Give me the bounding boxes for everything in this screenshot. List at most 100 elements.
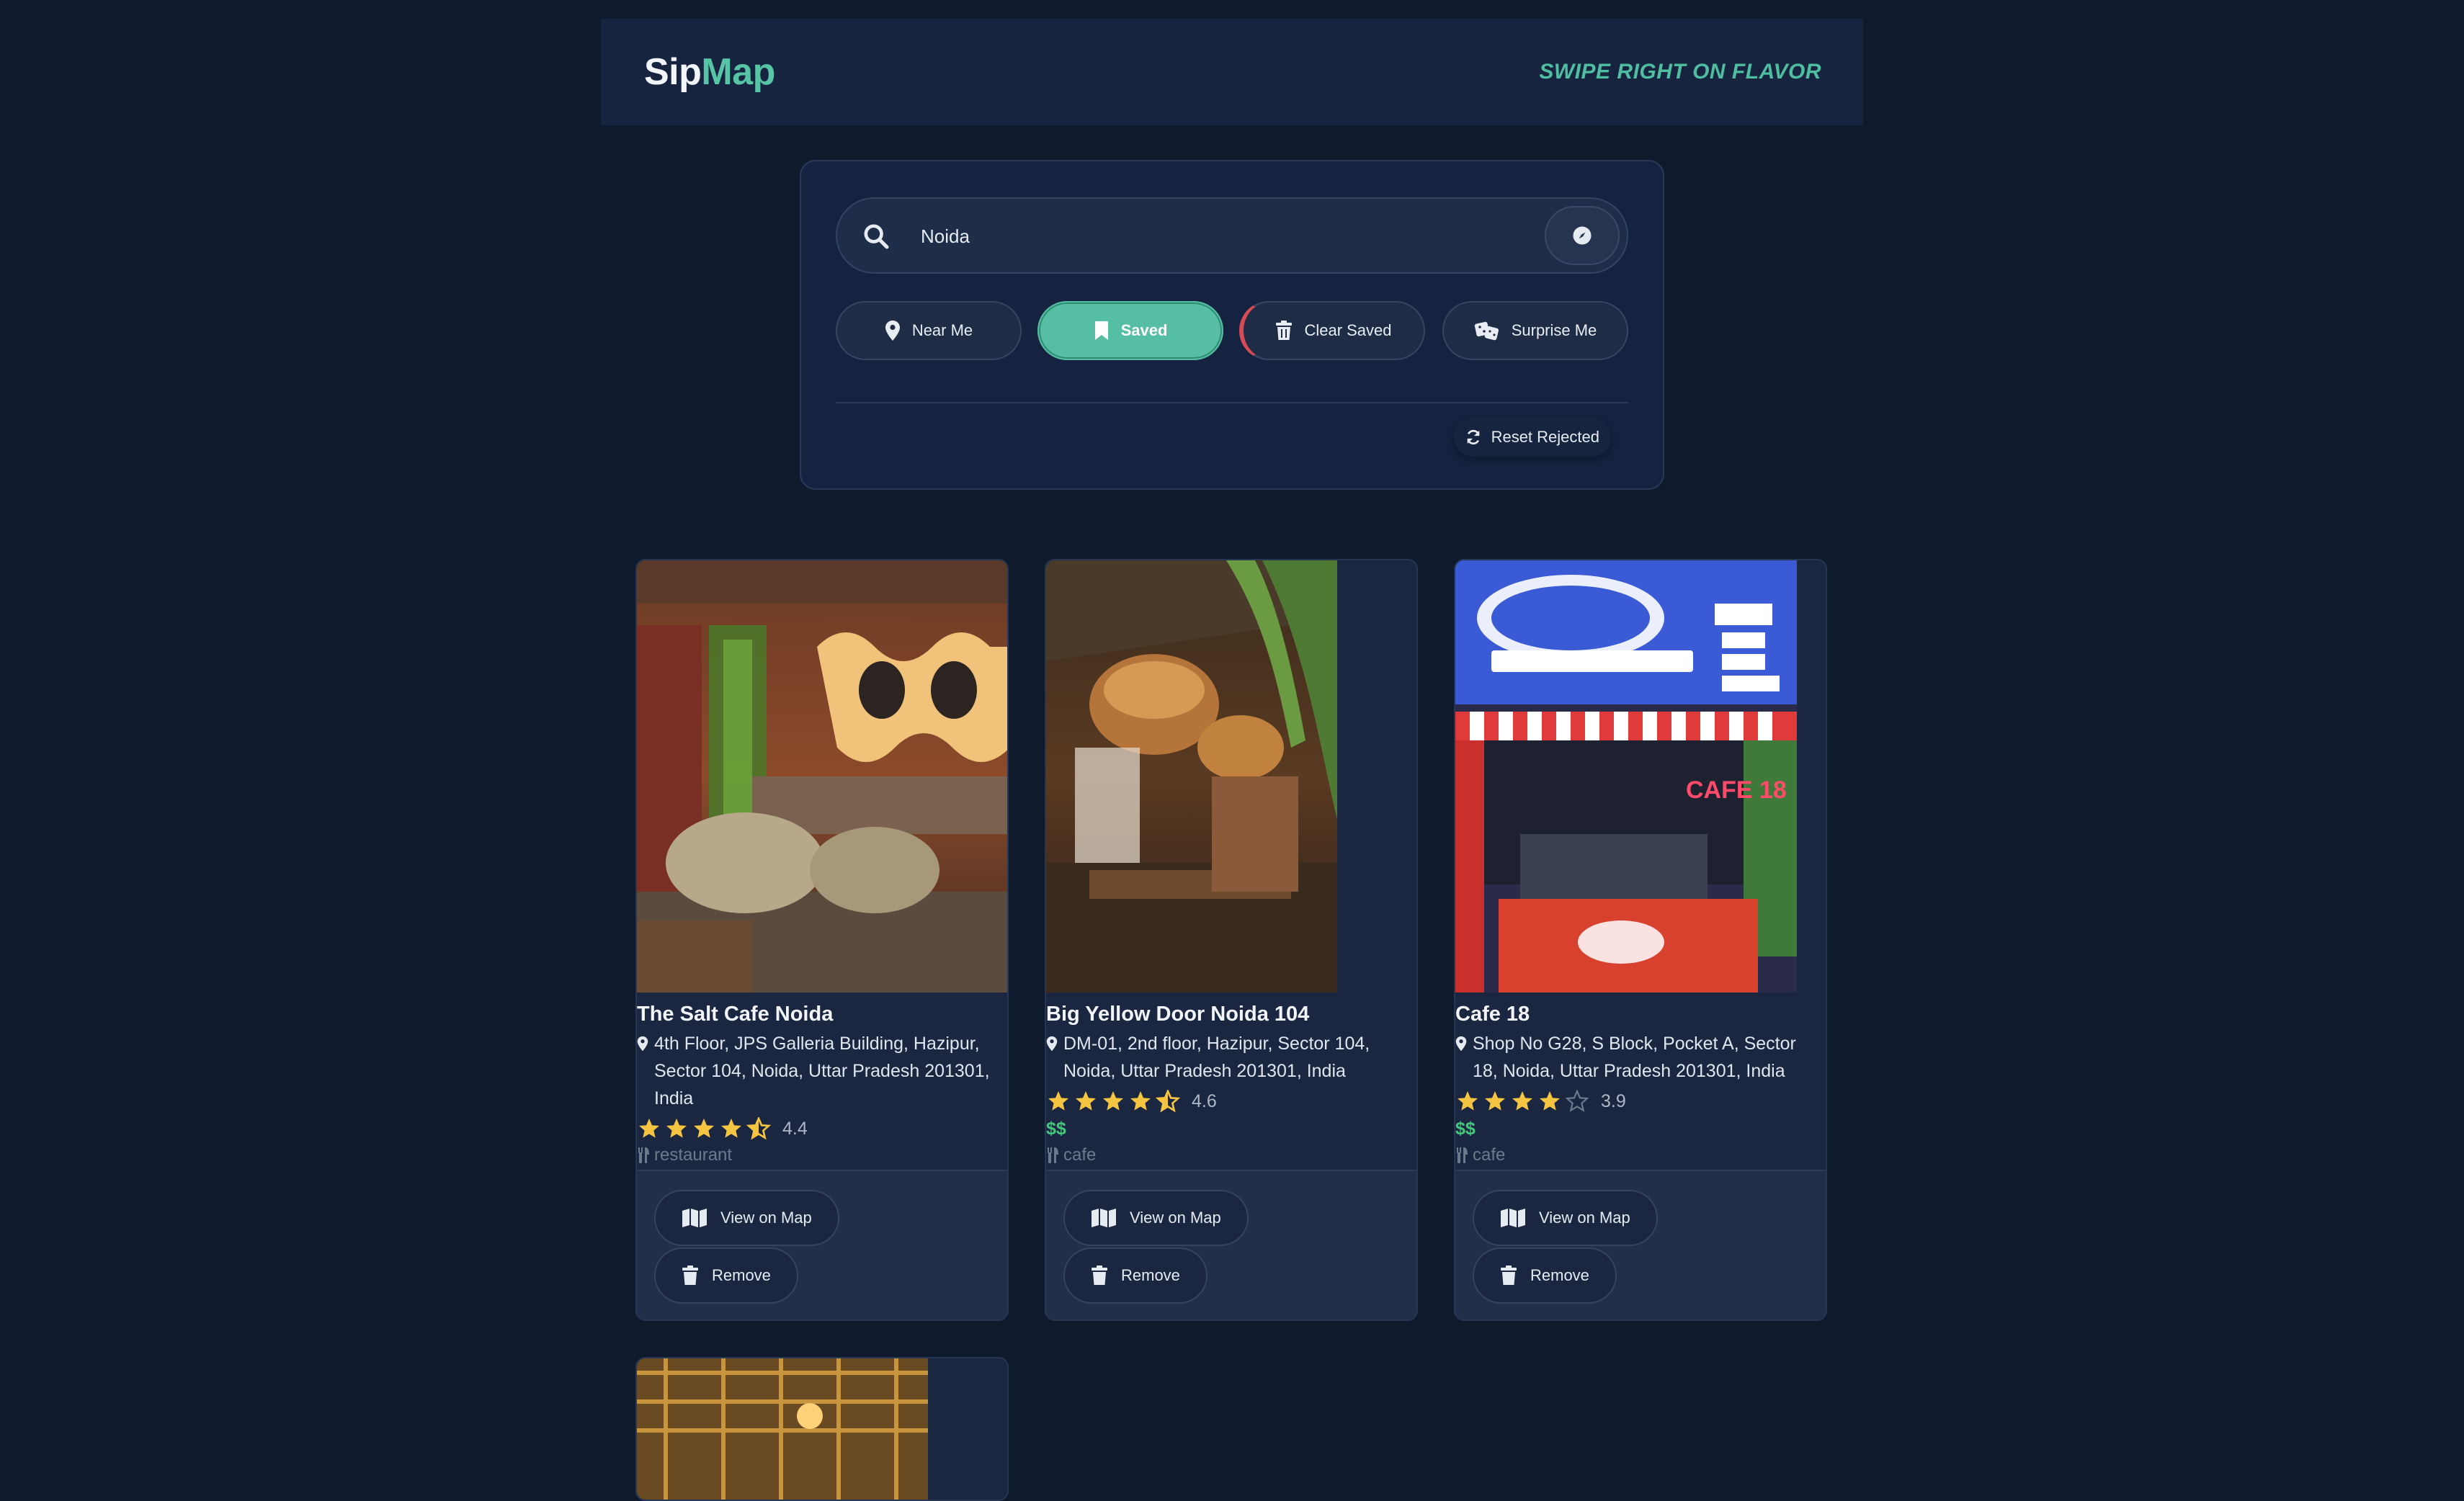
rating-value: 4.6 [1192, 1090, 1217, 1111]
surprise-me-button[interactable]: Surprise Me [1442, 301, 1628, 360]
reset-rejected-label: Reset Rejected [1491, 428, 1599, 446]
search-panel: Near Me Saved Clear Saved [800, 160, 1664, 490]
place-name[interactable]: Cafe 18 [1455, 1001, 1826, 1027]
star-empty-icon [1565, 1090, 1589, 1113]
rating: 4.6 [1046, 1088, 1416, 1115]
price-level: $$ [1455, 1119, 1476, 1139]
panel-divider [836, 402, 1628, 403]
search-icon [864, 224, 889, 249]
place-category: restaurant [637, 1142, 1007, 1168]
near-me-button[interactable]: Near Me [836, 301, 1022, 360]
category-text: cafe [1473, 1145, 1506, 1165]
card-actions: View on Map Remove [1046, 1170, 1416, 1319]
address-text: Shop No G28, S Block, Pocket A, Sector 1… [1473, 1034, 1796, 1082]
price-level: $$ [1046, 1119, 1066, 1139]
remove-label: Remove [1530, 1266, 1589, 1284]
place-photo [1046, 560, 1337, 993]
map-pin-icon [1455, 1036, 1467, 1052]
reset-rejected-button[interactable]: Reset Rejected [1453, 418, 1611, 457]
app-header: SipMap SWIPE RIGHT ON FLAVOR [601, 19, 1863, 125]
star-icon [666, 1119, 687, 1138]
place-photo [637, 1358, 928, 1500]
utensils-icon [1457, 1147, 1468, 1164]
surprise-me-label: Surprise Me [1511, 321, 1597, 339]
place-card: CAFE 18 Cafe 18 Shop No G28, S Block, Po… [1454, 559, 1827, 1321]
star-icon [1458, 1091, 1478, 1111]
view-on-map-label: View on Map [1130, 1209, 1221, 1227]
star-icon [1076, 1091, 1096, 1111]
trash-icon [1276, 321, 1293, 340]
place-address: Shop No G28, S Block, Pocket A, Sector 1… [1455, 1030, 1826, 1085]
place-name[interactable]: Big Yellow Door Noida 104 [1046, 1001, 1416, 1027]
place-category: cafe [1046, 1142, 1416, 1168]
view-on-map-label: View on Map [1539, 1209, 1630, 1227]
map-icon [682, 1209, 707, 1227]
remove-label: Remove [1121, 1266, 1180, 1284]
search-bar [836, 197, 1628, 274]
card-actions: View on Map Remove [637, 1170, 1007, 1319]
view-on-map-button[interactable]: View on Map [1473, 1190, 1658, 1246]
place-photo [637, 560, 1007, 993]
star-icon [1485, 1091, 1505, 1111]
star-half-icon [1156, 1090, 1180, 1113]
trash-icon [1092, 1265, 1107, 1285]
card-body: The Salt Cafe Noida 4th Floor, JPS Galle… [637, 1001, 1007, 1168]
dice-icon [1474, 321, 1499, 341]
map-icon [1092, 1209, 1116, 1227]
category-text: restaurant [654, 1145, 733, 1165]
star-icon [721, 1119, 741, 1138]
place-address: 4th Floor, JPS Galleria Building, Hazipu… [637, 1030, 1007, 1112]
place-card: The Salt Cafe Noida 4th Floor, JPS Galle… [635, 559, 1009, 1321]
place-photo: CAFE 18 [1455, 560, 1797, 993]
map-pin-icon [885, 321, 900, 341]
view-on-map-button[interactable]: View on Map [1063, 1190, 1249, 1246]
logo-map: Map [701, 51, 775, 93]
place-name[interactable]: The Salt Cafe Noida [637, 1001, 1007, 1027]
app-logo[interactable]: SipMap [644, 50, 775, 94]
action-buttons: Near Me Saved Clear Saved Surprise Me [836, 301, 1628, 360]
saved-button[interactable]: Saved [1037, 301, 1223, 360]
card-body: Big Yellow Door Noida 104 DM-01, 2nd flo… [1046, 1001, 1416, 1168]
utensils-icon [638, 1147, 649, 1164]
place-category: cafe [1455, 1142, 1826, 1168]
view-on-map-label: View on Map [720, 1209, 812, 1227]
clear-saved-button[interactable]: Clear Saved [1239, 301, 1425, 360]
star-half-icon [746, 1117, 771, 1140]
remove-label: Remove [712, 1266, 771, 1284]
card-body: Cafe 18 Shop No G28, S Block, Pocket A, … [1455, 1001, 1826, 1168]
near-me-label: Near Me [911, 321, 973, 339]
trash-icon [1501, 1265, 1517, 1285]
star-icon [1130, 1091, 1151, 1111]
bookmark-icon [1094, 321, 1108, 340]
trash-icon [682, 1265, 698, 1285]
map-pin-icon [1046, 1036, 1058, 1052]
remove-button[interactable]: Remove [1063, 1247, 1208, 1304]
search-input[interactable] [921, 216, 1526, 256]
remove-button[interactable]: Remove [1473, 1247, 1617, 1304]
star-icon [1103, 1091, 1123, 1111]
star-icon [639, 1119, 659, 1138]
svg-text:CAFE 18: CAFE 18 [1686, 776, 1787, 804]
refresh-icon [1466, 429, 1480, 445]
clear-saved-label: Clear Saved [1304, 321, 1392, 339]
category-text: cafe [1063, 1145, 1097, 1165]
remove-button[interactable]: Remove [654, 1247, 798, 1304]
tagline: SWIPE RIGHT ON FLAVOR [1539, 60, 1821, 84]
place-card: Big Yellow Door Noida 104 DM-01, 2nd flo… [1045, 559, 1418, 1321]
rating: 3.9 [1455, 1088, 1826, 1115]
place-address: DM-01, 2nd floor, Hazipur, Sector 104, N… [1046, 1030, 1416, 1085]
view-on-map-button[interactable]: View on Map [654, 1190, 839, 1246]
compass-icon [1573, 226, 1592, 245]
star-icon [1540, 1091, 1560, 1111]
address-text: 4th Floor, JPS Galleria Building, Hazipu… [654, 1034, 990, 1109]
place-card [635, 1357, 1009, 1501]
logo-sip: Sip [644, 51, 702, 93]
utensils-icon [1048, 1147, 1058, 1164]
star-icon [694, 1119, 714, 1138]
rating: 4.4 [637, 1115, 1007, 1142]
star-icon [1512, 1091, 1532, 1111]
locate-button[interactable] [1545, 206, 1620, 265]
saved-label: Saved [1120, 321, 1168, 339]
rating-value: 4.4 [782, 1118, 808, 1139]
map-pin-icon [637, 1036, 648, 1052]
